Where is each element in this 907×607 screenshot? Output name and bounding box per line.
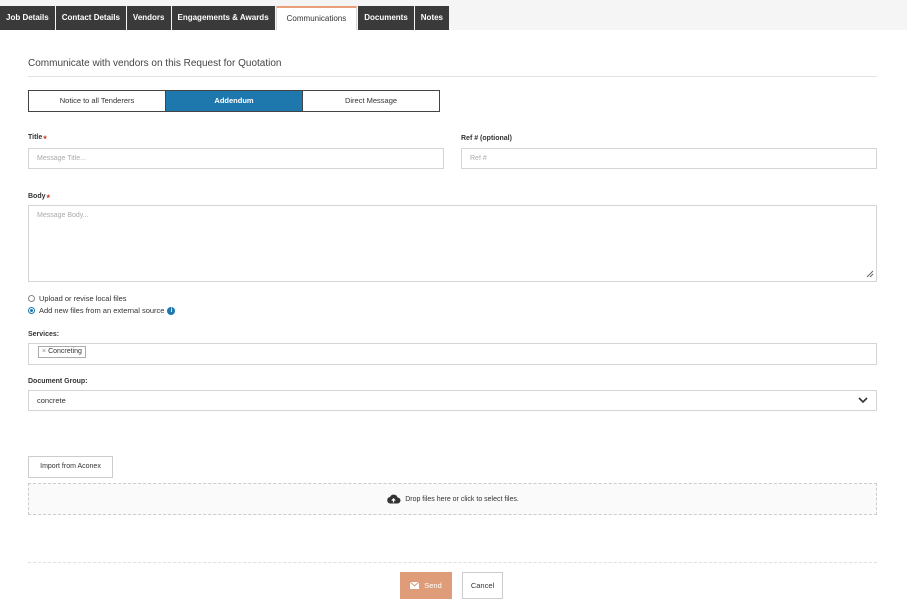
ref-label: Ref # (optional) <box>461 135 512 142</box>
tab-communications[interactable]: Communications <box>275 6 358 31</box>
title-label-text: Title <box>28 134 43 141</box>
communications-panel: Communicate with vendors on this Request… <box>0 30 907 607</box>
tab-documents[interactable]: Documents <box>358 6 414 30</box>
chevron-down-icon <box>858 397 868 404</box>
tab-vendors[interactable]: Vendors <box>126 6 171 30</box>
file-dropzone[interactable]: Drop files here or click to select files… <box>28 483 877 515</box>
footer-divider <box>28 562 877 563</box>
body-required-marker: * <box>46 193 51 203</box>
body-label: Body* <box>28 193 50 203</box>
send-button[interactable]: Send <box>400 572 452 599</box>
page-heading: Communicate with vendors on this Request… <box>28 58 282 69</box>
ref-input[interactable] <box>461 148 877 169</box>
tab-engagements-awards[interactable]: Engagements & Awards <box>171 6 275 30</box>
dropzone-text: Drop files here or click to select files… <box>405 495 519 503</box>
heading-divider <box>28 76 877 77</box>
document-group-label: Document Group: <box>28 378 88 385</box>
radio-button-selected-icon[interactable] <box>28 307 35 314</box>
resize-grip-icon[interactable] <box>866 270 874 278</box>
segment-notice-to-all-tenderers[interactable]: Notice to all Tenderers <box>29 91 165 111</box>
message-type-selector: Notice to all Tenderers Addendum Direct … <box>28 90 440 112</box>
radio-external-source-label: Add new files from an external source <box>39 306 165 315</box>
services-field[interactable] <box>28 343 877 365</box>
segment-direct-message[interactable]: Direct Message <box>302 91 439 111</box>
service-tag-label: Concreting <box>48 348 82 355</box>
radio-upload-local[interactable]: Upload or revise local files <box>28 294 127 303</box>
tab-bar: Job Details Contact Details Vendors Enga… <box>0 6 450 31</box>
title-input[interactable] <box>28 148 444 169</box>
envelope-icon <box>410 582 420 589</box>
tab-job-details[interactable]: Job Details <box>0 6 55 30</box>
cancel-button[interactable]: Cancel <box>462 572 503 599</box>
body-textarea[interactable] <box>28 205 877 282</box>
cloud-upload-icon <box>387 494 401 504</box>
tab-contact-details[interactable]: Contact Details <box>55 6 126 30</box>
services-label: Services: <box>28 331 60 338</box>
service-tag: × Concreting <box>38 346 86 358</box>
tab-notes[interactable]: Notes <box>414 6 450 30</box>
title-label: Title* <box>28 134 47 144</box>
title-required-marker: * <box>43 134 47 144</box>
body-label-text: Body <box>28 193 46 200</box>
document-group-value: concrete <box>37 396 66 405</box>
radio-external-source[interactable]: Add new files from an external source i <box>28 306 176 315</box>
import-from-aconex-button[interactable]: Import from Aconex <box>28 456 113 478</box>
segment-addendum[interactable]: Addendum <box>165 91 302 111</box>
document-group-select[interactable]: concrete <box>28 390 877 411</box>
radio-button-icon[interactable] <box>28 295 35 302</box>
tag-remove-icon[interactable]: × <box>42 347 46 357</box>
send-button-label: Send <box>424 581 442 590</box>
info-icon[interactable]: i <box>167 306 176 315</box>
radio-upload-local-label: Upload or revise local files <box>39 294 127 303</box>
